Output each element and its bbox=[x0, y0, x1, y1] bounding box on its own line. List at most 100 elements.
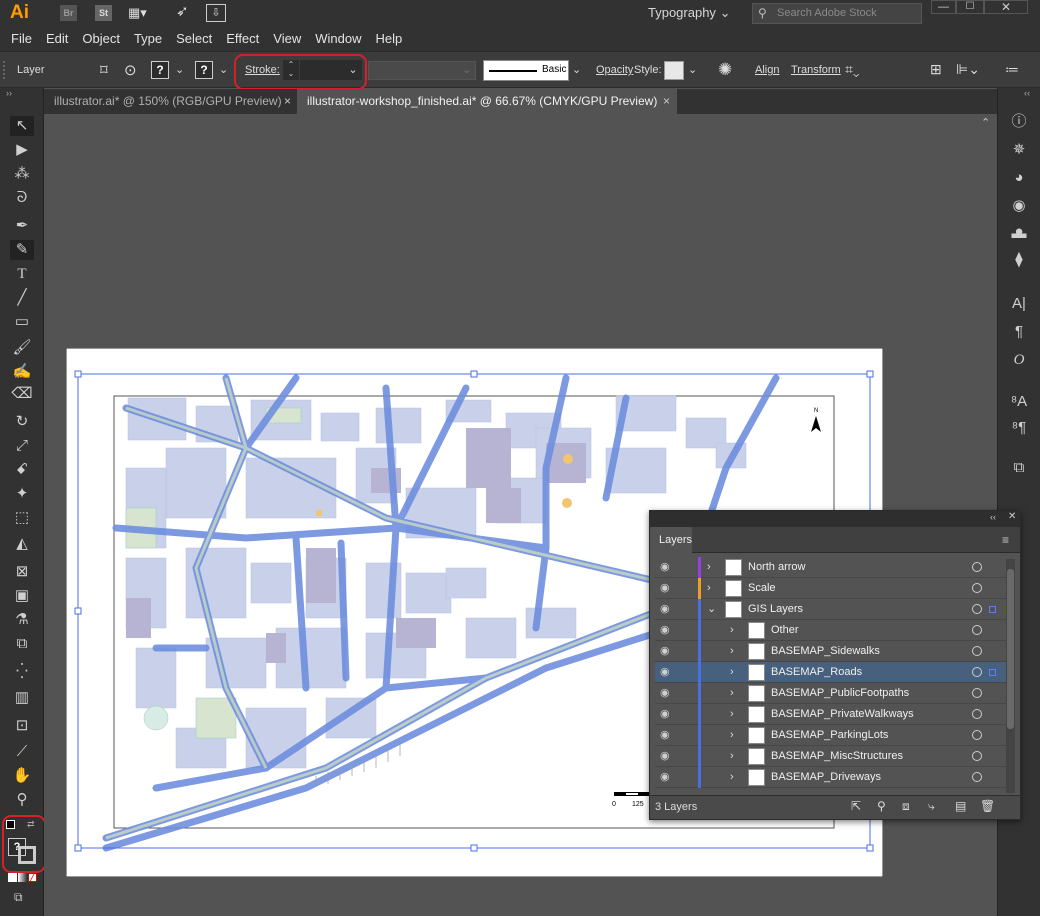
export-icon[interactable]: ⇱ bbox=[851, 799, 861, 813]
target-circle-icon[interactable] bbox=[972, 625, 982, 635]
visibility-eye-icon[interactable]: ◉ bbox=[660, 666, 674, 678]
chevron-right-icon[interactable]: › bbox=[707, 578, 711, 599]
target-circle-icon[interactable] bbox=[972, 772, 982, 782]
close-tab-icon[interactable]: × bbox=[663, 89, 670, 114]
envelope-warp-icon[interactable]: ⌗⌄ bbox=[845, 61, 860, 78]
menu-file[interactable]: File bbox=[4, 27, 39, 51]
magic-wand-tool-icon[interactable]: ⁂ bbox=[10, 164, 34, 184]
panel-collapse-icon[interactable]: ‹‹ bbox=[990, 512, 996, 522]
opacity-label[interactable]: Opacity bbox=[596, 52, 633, 89]
fill-swatch[interactable]: ? bbox=[151, 61, 169, 79]
target-circle-icon[interactable] bbox=[972, 709, 982, 719]
layer-name[interactable]: BASEMAP_ParkingLots bbox=[771, 725, 888, 746]
variable-width-profile[interactable]: ⌄ bbox=[368, 61, 476, 80]
layer-name[interactable]: BASEMAP_PrivateWalkways bbox=[771, 704, 914, 725]
bridge-button[interactable]: Br bbox=[60, 5, 77, 21]
tab-illustrator-ai[interactable]: illustrator.ai* @ 150% (RGB/GPU Preview) bbox=[44, 89, 297, 114]
maximize-button[interactable]: ☐ bbox=[956, 0, 984, 14]
visibility-eye-icon[interactable]: ◉ bbox=[660, 624, 674, 636]
navigator-panel-icon[interactable]: ✵ bbox=[1008, 140, 1030, 160]
locate-object-icon[interactable]: ⚲ bbox=[877, 799, 886, 813]
slice-tool-icon[interactable]: ⟋ bbox=[10, 742, 34, 762]
paragraph-panel-icon[interactable]: ¶ bbox=[1008, 322, 1030, 342]
new-layer-icon[interactable]: ▤ bbox=[955, 799, 966, 813]
appearance-panel-icon[interactable]: ◉ bbox=[1008, 196, 1030, 216]
stroke-dropdown-chevron-icon[interactable]: ⌄ bbox=[219, 63, 228, 76]
panel-collapse-icon[interactable]: ›› bbox=[6, 88, 12, 98]
libraries-panel-icon[interactable]: ⧫ bbox=[1008, 250, 1030, 270]
panel-header[interactable]: ‹‹ ✕ bbox=[650, 511, 1020, 527]
warp-tool-icon[interactable]: ꗃ bbox=[10, 460, 34, 480]
paintbrush-tool-icon[interactable]: 🖌 bbox=[10, 338, 34, 358]
scrollbar-thumb[interactable] bbox=[1007, 569, 1014, 729]
type-tool-icon[interactable]: T bbox=[10, 264, 34, 284]
perspective-grid-tool-icon[interactable]: ⊠ bbox=[10, 562, 34, 582]
puppet-warp-tool-icon[interactable]: ✦ bbox=[10, 484, 34, 504]
layer-row[interactable]: ◉ › BASEMAP_Sidewalks bbox=[655, 641, 1007, 662]
menu-view[interactable]: View bbox=[266, 27, 308, 51]
control-menu-icon[interactable]: ≔ bbox=[1005, 61, 1019, 78]
tab-workshop-finished[interactable]: illustrator-workshop_finished.ai* @ 66.6… bbox=[297, 89, 677, 114]
brush-dropdown-chevron-icon[interactable]: ⌄ bbox=[572, 63, 581, 76]
chevron-right-icon[interactable]: › bbox=[730, 767, 734, 788]
chevron-right-icon[interactable]: › bbox=[707, 557, 711, 578]
send-icon[interactable]: ➶ bbox=[176, 3, 196, 21]
brush-definition[interactable]: Basic bbox=[483, 60, 569, 81]
layer-name[interactable]: Other bbox=[771, 620, 799, 641]
layer-name[interactable]: BASEMAP_Driveways bbox=[771, 767, 881, 788]
character-styles-icon[interactable]: ⁸A bbox=[1008, 392, 1030, 412]
minimize-button[interactable]: — bbox=[931, 0, 956, 14]
direct-selection-tool-icon[interactable]: ▶ bbox=[10, 140, 34, 160]
free-transform-tool-icon[interactable]: ⬚ bbox=[10, 508, 34, 528]
line-segment-tool-icon[interactable]: ╱ bbox=[10, 288, 34, 308]
chevron-right-icon[interactable]: › bbox=[730, 641, 734, 662]
visibility-eye-icon[interactable]: ◉ bbox=[660, 771, 674, 783]
target-circle-icon[interactable] bbox=[972, 730, 982, 740]
align-link[interactable]: Align bbox=[755, 52, 779, 89]
hand-tool-icon[interactable]: ✋ bbox=[10, 766, 34, 786]
visibility-eye-icon[interactable]: ◉ bbox=[660, 603, 674, 615]
menu-select[interactable]: Select bbox=[169, 27, 219, 51]
tab-layers[interactable]: Layers bbox=[650, 527, 692, 553]
layer-row[interactable]: ◉ › BASEMAP_PublicFootpaths bbox=[655, 683, 1007, 704]
pen-tool-icon[interactable]: ✒ bbox=[10, 216, 34, 236]
scale-tool-icon[interactable]: ⤢ bbox=[10, 436, 34, 456]
gpu-performance-icon[interactable]: ⇩ bbox=[206, 4, 226, 22]
color-mode-icon[interactable] bbox=[8, 873, 17, 882]
target-circle-icon[interactable] bbox=[972, 604, 982, 614]
gradient-panel-icon[interactable]: ▬ bbox=[1008, 224, 1030, 244]
visibility-eye-icon[interactable]: ◉ bbox=[660, 729, 674, 741]
layer-name[interactable]: BASEMAP_MiscStructures bbox=[771, 746, 903, 767]
chevron-right-icon[interactable]: › bbox=[730, 620, 734, 641]
workspace-switcher[interactable]: Typography ⌄ bbox=[648, 0, 730, 26]
dock-collapse-icon[interactable]: ‹‹ bbox=[1024, 88, 1030, 98]
rectangle-tool-icon[interactable]: ▭ bbox=[10, 312, 34, 332]
layer-row[interactable]: ◉ › BASEMAP_Roads bbox=[655, 662, 1007, 683]
zoom-tool-icon[interactable]: ⚲ bbox=[10, 790, 34, 810]
layer-row[interactable]: ◉ › North arrow bbox=[655, 557, 1007, 578]
menu-effect[interactable]: Effect bbox=[219, 27, 266, 51]
search-stock-field[interactable]: ⚲ Search Adobe Stock bbox=[752, 3, 922, 24]
blend-tool-icon[interactable]: ⧉ bbox=[10, 634, 34, 654]
layer-row[interactable]: ◉ › BASEMAP_ParkingLots bbox=[655, 725, 1007, 746]
layer-row[interactable]: ◉ › BASEMAP_MiscStructures bbox=[655, 746, 1007, 767]
eraser-tool-icon[interactable]: ⌫ bbox=[10, 384, 34, 404]
layer-row[interactable]: ◉ › BASEMAP_Driveways bbox=[655, 767, 1007, 788]
drawing-mode-icon[interactable]: ⧉ bbox=[14, 890, 23, 905]
layer-row[interactable]: ◉ › Scale bbox=[655, 578, 1007, 599]
stroke-swatch[interactable]: ? bbox=[195, 61, 213, 79]
target-circle-icon[interactable] bbox=[972, 667, 982, 677]
close-window-button[interactable]: ✕ bbox=[984, 0, 1028, 14]
menu-help[interactable]: Help bbox=[368, 27, 409, 51]
gradient-mode-icon[interactable] bbox=[18, 873, 27, 882]
arrange-documents-icon[interactable]: ▦▾ bbox=[128, 5, 158, 21]
none-mode-icon[interactable]: ╱ bbox=[28, 873, 37, 882]
menu-window[interactable]: Window bbox=[308, 27, 368, 51]
shaper-tool-icon[interactable]: ✍ bbox=[10, 362, 34, 382]
selected-art-indicator[interactable] bbox=[989, 669, 996, 676]
lasso-tool-icon[interactable]: ᘐ bbox=[10, 188, 34, 208]
visibility-eye-icon[interactable]: ◉ bbox=[660, 561, 674, 573]
transform-link[interactable]: Transform bbox=[791, 52, 841, 89]
character-panel-icon[interactable]: A| bbox=[1008, 294, 1030, 314]
make-clipping-mask-icon[interactable]: ⧈ bbox=[902, 799, 910, 814]
